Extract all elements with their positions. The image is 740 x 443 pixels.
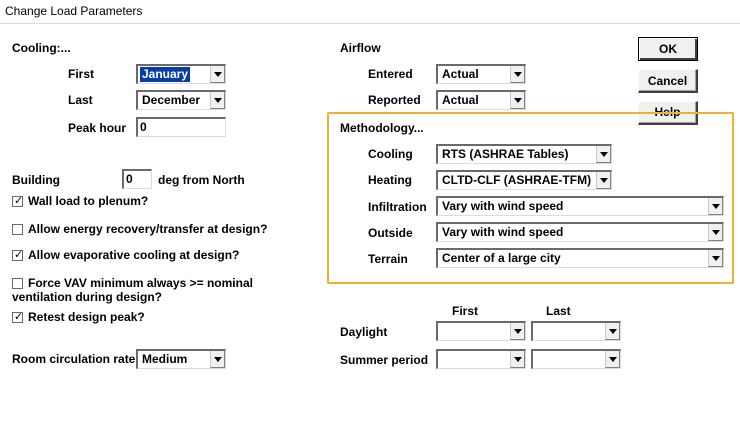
help-button-label: Help (654, 105, 681, 119)
methodology-outside-label: Outside (368, 226, 413, 240)
chevron-down-icon[interactable] (596, 146, 611, 163)
summer-last-combo[interactable] (531, 349, 621, 369)
methodology-infiltration-value: Vary with wind speed (442, 199, 564, 213)
force-vav-label-line2: ventilation during design? (12, 290, 162, 304)
airflow-reported-label: Reported (368, 93, 421, 107)
summer-first-combo[interactable] (436, 349, 526, 369)
airflow-heading: Airflow (340, 41, 381, 55)
title-bar: Change Load Parameters (0, 0, 740, 24)
chevron-down-icon[interactable] (210, 66, 225, 83)
chevron-down-icon[interactable] (510, 66, 525, 83)
chevron-down-icon[interactable] (605, 323, 620, 340)
building-label: Building (12, 173, 60, 187)
room-circulation-label: Room circulation rate (12, 352, 136, 366)
evaporative-cooling-checkbox[interactable]: ✓ (12, 249, 24, 261)
methodology-cooling-label: Cooling (368, 147, 413, 161)
methodology-heating-value: CLTD-CLF (ASHRAE-TFM) (442, 173, 592, 187)
methodology-terrain-label: Terrain (368, 252, 408, 266)
daylight-last-combo[interactable] (531, 321, 621, 341)
methodology-infiltration-combo[interactable]: Vary with wind speed (436, 196, 724, 216)
check-icon: ✓ (14, 195, 24, 207)
airflow-reported-combo[interactable]: Actual (436, 90, 526, 110)
retest-peak-checkbox[interactable]: ✓ (12, 311, 24, 323)
methodology-outside-value: Vary with wind speed (442, 225, 564, 239)
energy-recovery-checkbox[interactable] (12, 224, 23, 235)
cooling-first-combo[interactable]: January (136, 64, 226, 84)
dialog-body: Cooling:... First January Last December … (0, 24, 740, 443)
methodology-heading: Methodology... (340, 121, 424, 135)
methodology-terrain-combo[interactable]: Center of a large city (436, 248, 724, 268)
daylight-first-combo[interactable] (436, 321, 526, 341)
chevron-down-icon[interactable] (708, 224, 723, 241)
period-first-header: First (452, 304, 479, 318)
chevron-down-icon[interactable] (605, 351, 620, 368)
chevron-down-icon[interactable] (510, 323, 525, 340)
building-orientation-value: 0 (126, 172, 133, 186)
cooling-last-label: Last (68, 93, 93, 107)
room-circulation-combo[interactable]: Medium (136, 349, 226, 369)
wall-load-checkbox[interactable]: ✓ (12, 195, 24, 207)
cooling-heading: Cooling:... (12, 41, 71, 55)
methodology-cooling-combo[interactable]: RTS (ASHRAE Tables) (436, 144, 612, 164)
methodology-heating-label: Heating (368, 173, 413, 187)
methodology-heating-combo[interactable]: CLTD-CLF (ASHRAE-TFM) (436, 170, 612, 190)
room-circulation-value: Medium (142, 352, 188, 366)
period-last-header: Last (546, 304, 571, 318)
ok-button[interactable]: OK (638, 37, 698, 61)
peak-hour-input[interactable]: 0 (136, 117, 226, 137)
airflow-entered-value: Actual (442, 67, 479, 81)
chevron-down-icon[interactable] (510, 92, 525, 109)
methodology-cooling-value: RTS (ASHRAE Tables) (442, 147, 569, 161)
chevron-down-icon[interactable] (510, 351, 525, 368)
cooling-first-value: January (140, 67, 191, 82)
airflow-reported-value: Actual (442, 93, 479, 107)
methodology-infiltration-label: Infiltration (368, 200, 427, 214)
chevron-down-icon[interactable] (210, 92, 225, 109)
peak-hour-value: 0 (140, 120, 147, 134)
cancel-button-label: Cancel (647, 74, 688, 88)
chevron-down-icon[interactable] (210, 351, 225, 368)
ok-button-label: OK (659, 42, 677, 56)
cancel-button[interactable]: Cancel (638, 69, 698, 93)
window-title: Change Load Parameters (5, 4, 143, 18)
airflow-entered-combo[interactable]: Actual (436, 64, 526, 84)
cooling-first-label: First (68, 67, 95, 81)
methodology-terrain-value: Center of a large city (442, 251, 561, 265)
check-icon: ✓ (14, 311, 24, 323)
check-icon: ✓ (14, 249, 24, 261)
peak-hour-label: Peak hour (68, 121, 127, 135)
chevron-down-icon[interactable] (708, 250, 723, 267)
wall-load-label: Wall load to plenum? (28, 194, 149, 208)
summer-period-label: Summer period (340, 353, 429, 367)
airflow-entered-label: Entered (368, 67, 413, 81)
help-button[interactable]: Help (638, 101, 698, 125)
cooling-last-combo[interactable]: December (136, 90, 226, 110)
chevron-down-icon[interactable] (708, 198, 723, 215)
building-unit-label: deg from North (158, 173, 245, 187)
energy-recovery-label: Allow energy recovery/transfer at design… (28, 222, 268, 236)
daylight-label: Daylight (340, 325, 388, 339)
evaporative-cooling-label: Allow evaporative cooling at design? (28, 248, 240, 262)
force-vav-checkbox[interactable] (12, 278, 23, 289)
chevron-down-icon[interactable] (596, 172, 611, 189)
methodology-outside-combo[interactable]: Vary with wind speed (436, 222, 724, 242)
cooling-last-value: December (142, 93, 201, 107)
building-orientation-input[interactable]: 0 (122, 169, 152, 189)
force-vav-label: Force VAV minimum always >= nominal (28, 276, 253, 290)
retest-peak-label: Retest design peak? (28, 310, 145, 324)
